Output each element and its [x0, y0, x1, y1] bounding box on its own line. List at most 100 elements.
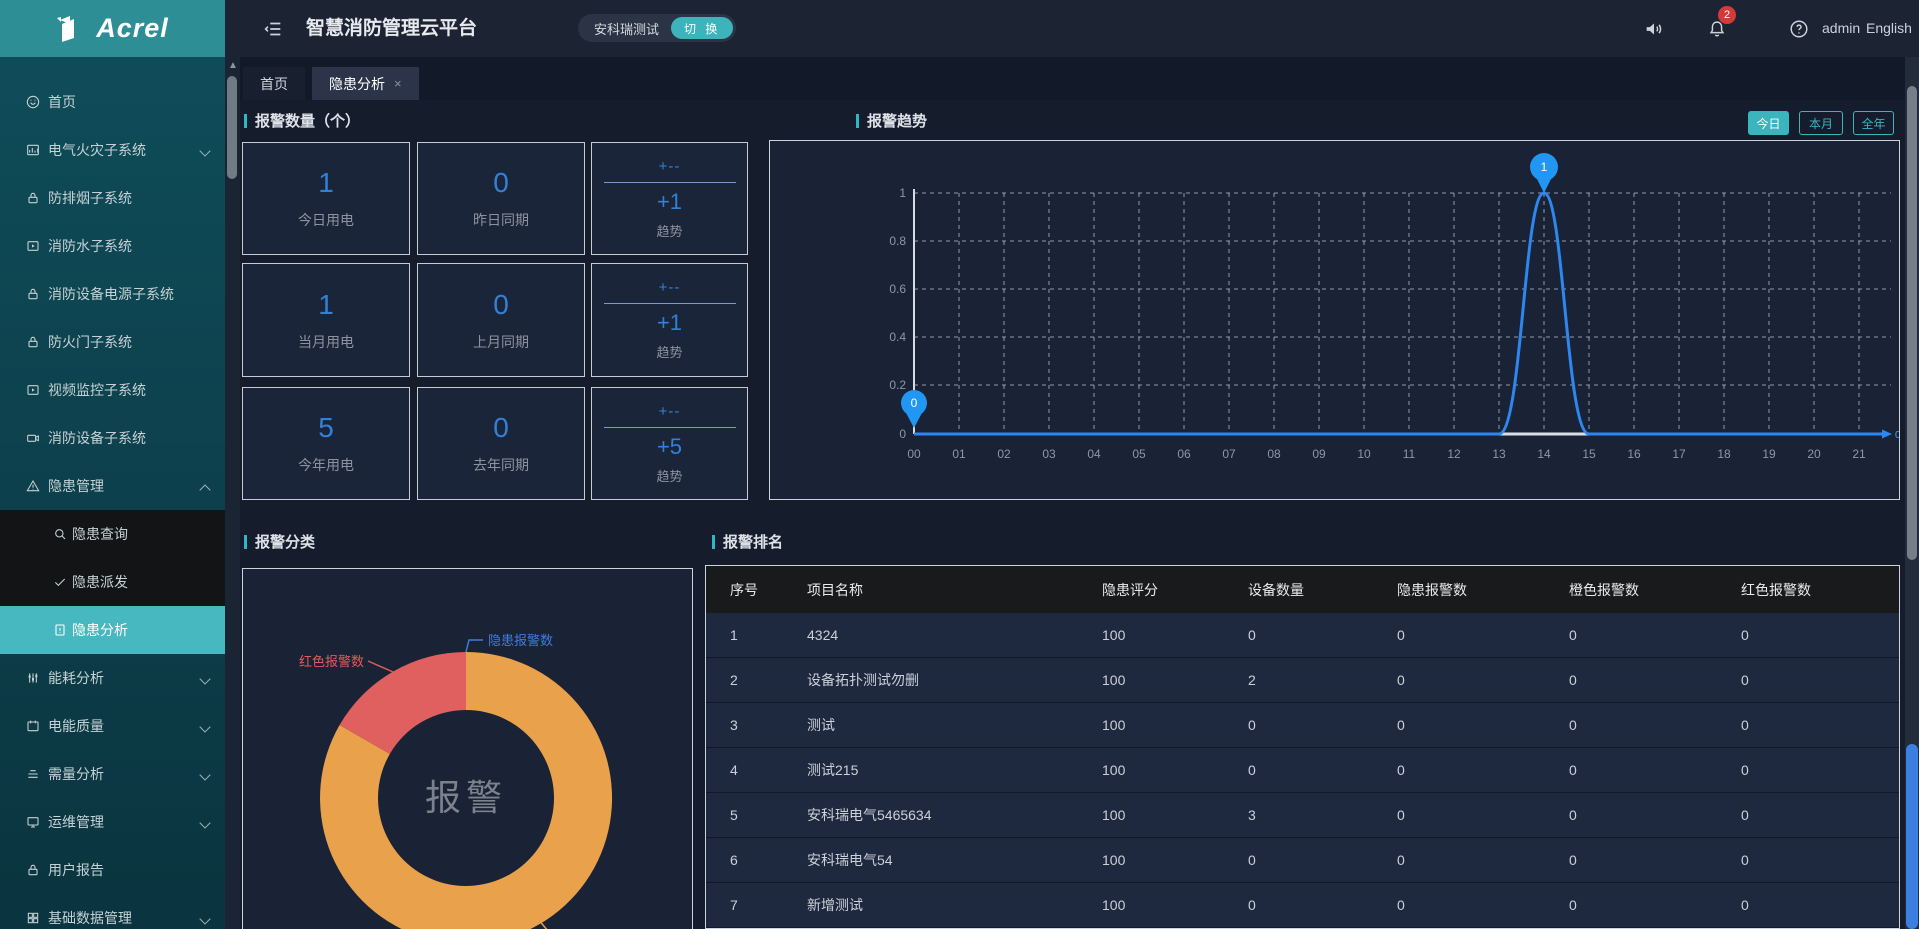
donut-center-label: 报警 — [425, 777, 507, 818]
sidebar-item-12[interactable]: 需量分析 — [0, 750, 225, 798]
sidebar-item-11[interactable]: 电能质量 — [0, 702, 225, 750]
table-cell: 0 — [1569, 717, 1741, 733]
sidebar-scrollbar-thumb[interactable] — [227, 76, 237, 179]
range-button-本月[interactable]: 本月 — [1799, 111, 1843, 135]
check-icon — [52, 574, 68, 590]
sidebar-item-9[interactable]: 隐患管理 — [0, 462, 225, 510]
stat-label: 当月用电 — [298, 332, 354, 352]
title-accent-bar — [244, 535, 247, 549]
sidebar-item-8[interactable]: 消防设备子系统 — [0, 414, 225, 462]
sidebar-item-2[interactable]: 电气火灾子系统 — [0, 126, 225, 174]
tab-隐患分析[interactable]: 隐患分析 × — [312, 67, 419, 100]
user-menu[interactable]: admin — [1822, 0, 1860, 57]
acrel-logo-icon — [56, 14, 90, 44]
x-tick-label: 21 — [1852, 447, 1866, 461]
column-header-2: 项目名称 — [807, 580, 1102, 600]
x-tick-label: 12 — [1447, 447, 1461, 461]
stat-label: 今日用电 — [298, 210, 354, 230]
alarm-trend-title: 报警趋势 — [856, 110, 927, 131]
sidebar-item-14[interactable]: 用户报告 — [0, 846, 225, 894]
help-icon[interactable] — [1788, 18, 1810, 40]
x-tick-label: 17 — [1672, 447, 1686, 461]
sidebar-subitem-隐患查询[interactable]: 隐患查询 — [0, 510, 225, 558]
x-tick-label: 06 — [1177, 447, 1191, 461]
sidebar-subitem-label: 隐患分析 — [72, 620, 128, 640]
sidebar-item-10[interactable]: 能耗分析 — [0, 654, 225, 702]
table-cell: 0 — [1741, 717, 1899, 733]
calendar-icon — [25, 718, 41, 734]
tab-label: 隐患分析 — [329, 74, 385, 94]
page-scrollbar-thumb[interactable] — [1907, 86, 1917, 560]
fraction-divider — [604, 427, 736, 428]
close-tab-icon[interactable]: × — [394, 76, 402, 91]
table-cell: 1 — [730, 627, 807, 643]
volume-icon[interactable] — [1643, 18, 1665, 40]
sidebar-item-label: 基础数据管理 — [48, 908, 132, 928]
sidebar-submenu: 隐患查询隐患派发隐患分析 — [0, 510, 225, 654]
column-header-1: 序号 — [730, 580, 807, 600]
lock-icon — [25, 286, 41, 302]
x-tick-label: 19 — [1762, 447, 1776, 461]
sidebar-subitem-label: 隐患查询 — [72, 524, 128, 544]
table-cell: 0 — [1248, 717, 1397, 733]
table-cell: 0 — [1569, 897, 1741, 913]
sidebar-item-7[interactable]: 视频监控子系统 — [0, 366, 225, 414]
column-header-3: 隐患评分 — [1102, 580, 1248, 600]
range-button-今日[interactable]: 今日 — [1748, 111, 1789, 135]
project-selector: 安科瑞测试 切 换 — [578, 14, 736, 42]
search-icon — [52, 526, 68, 542]
sidebar-item-label: 运维管理 — [48, 812, 104, 832]
sidebar-item-6[interactable]: 防火门子系统 — [0, 318, 225, 366]
table-cell: 5 — [730, 807, 807, 823]
sidebar-item-13[interactable]: 运维管理 — [0, 798, 225, 846]
sidebar-item-5[interactable]: 消防设备电源子系统 — [0, 270, 225, 318]
switch-project-button[interactable]: 切 换 — [671, 17, 733, 39]
home-icon — [25, 94, 41, 110]
table-cell: 0 — [1397, 672, 1569, 688]
sidebar-item-4[interactable]: 消防水子系统 — [0, 222, 225, 270]
stat-value: 5 — [318, 412, 334, 444]
sidebar-item-1[interactable]: 首页 — [0, 78, 225, 126]
sidebar-menu: 首页电气火灾子系统防排烟子系统消防水子系统消防设备电源子系统防火门子系统视频监控… — [0, 57, 225, 929]
app-title: 智慧消防管理云平台 — [306, 0, 477, 57]
chevron-down-icon — [199, 769, 210, 780]
trend-card: +--+5趋势 — [591, 387, 748, 500]
x-tick-label: 02 — [997, 447, 1011, 461]
tab-首页[interactable]: 首页 — [243, 67, 305, 100]
sidebar-subitem-隐患派发[interactable]: 隐患派发 — [0, 558, 225, 606]
table-cell: 3 — [730, 717, 807, 733]
title-accent-bar — [856, 114, 859, 128]
chevron-down-icon — [199, 145, 210, 156]
sidebar-item-3[interactable]: 防排烟子系统 — [0, 174, 225, 222]
table-cell: 7 — [730, 897, 807, 913]
fraction-divider — [604, 182, 736, 183]
page-scrollbar-bottom-thumb[interactable] — [1906, 744, 1918, 929]
stat-value: 0 — [493, 289, 509, 321]
table-row: 4测试2151000000 — [706, 748, 1899, 793]
collapse-menu-icon[interactable] — [262, 18, 284, 40]
sidebar-scrollbar: ▲ — [225, 57, 240, 929]
sidebar-item-label: 防火门子系统 — [48, 332, 132, 352]
x-tick-label: 11 — [1403, 447, 1416, 461]
scroll-up-arrow-icon[interactable]: ▲ — [228, 60, 238, 71]
range-button-全年[interactable]: 全年 — [1853, 111, 1894, 135]
sidebar-item-label: 隐患管理 — [48, 476, 104, 496]
slice-label: 红色报警数 — [299, 654, 364, 669]
sidebar-item-15[interactable]: 基础数据管理 — [0, 894, 225, 929]
tab-label: 首页 — [260, 74, 288, 94]
chevron-down-icon — [199, 913, 210, 924]
language-switch[interactable]: English — [1866, 0, 1912, 57]
sidebar-subitem-隐患分析[interactable]: 隐患分析 — [0, 606, 225, 654]
doc-icon — [52, 622, 68, 638]
table-cell: 4324 — [807, 627, 1102, 643]
x-tick-label: 20 — [1807, 447, 1821, 461]
trend-value: +5 — [657, 434, 682, 460]
sidebar-item-label: 用户报告 — [48, 860, 104, 880]
column-header-5: 隐患报警数 — [1397, 580, 1569, 600]
table-cell: 测试 — [807, 715, 1102, 735]
stat-value: 0 — [493, 167, 509, 199]
table-cell: 100 — [1102, 717, 1248, 733]
x-tick-label: 16 — [1627, 447, 1641, 461]
table-cell: 0 — [1397, 717, 1569, 733]
alarm-category-panel: 报警隐患报警数红色报警数 — [242, 568, 693, 929]
